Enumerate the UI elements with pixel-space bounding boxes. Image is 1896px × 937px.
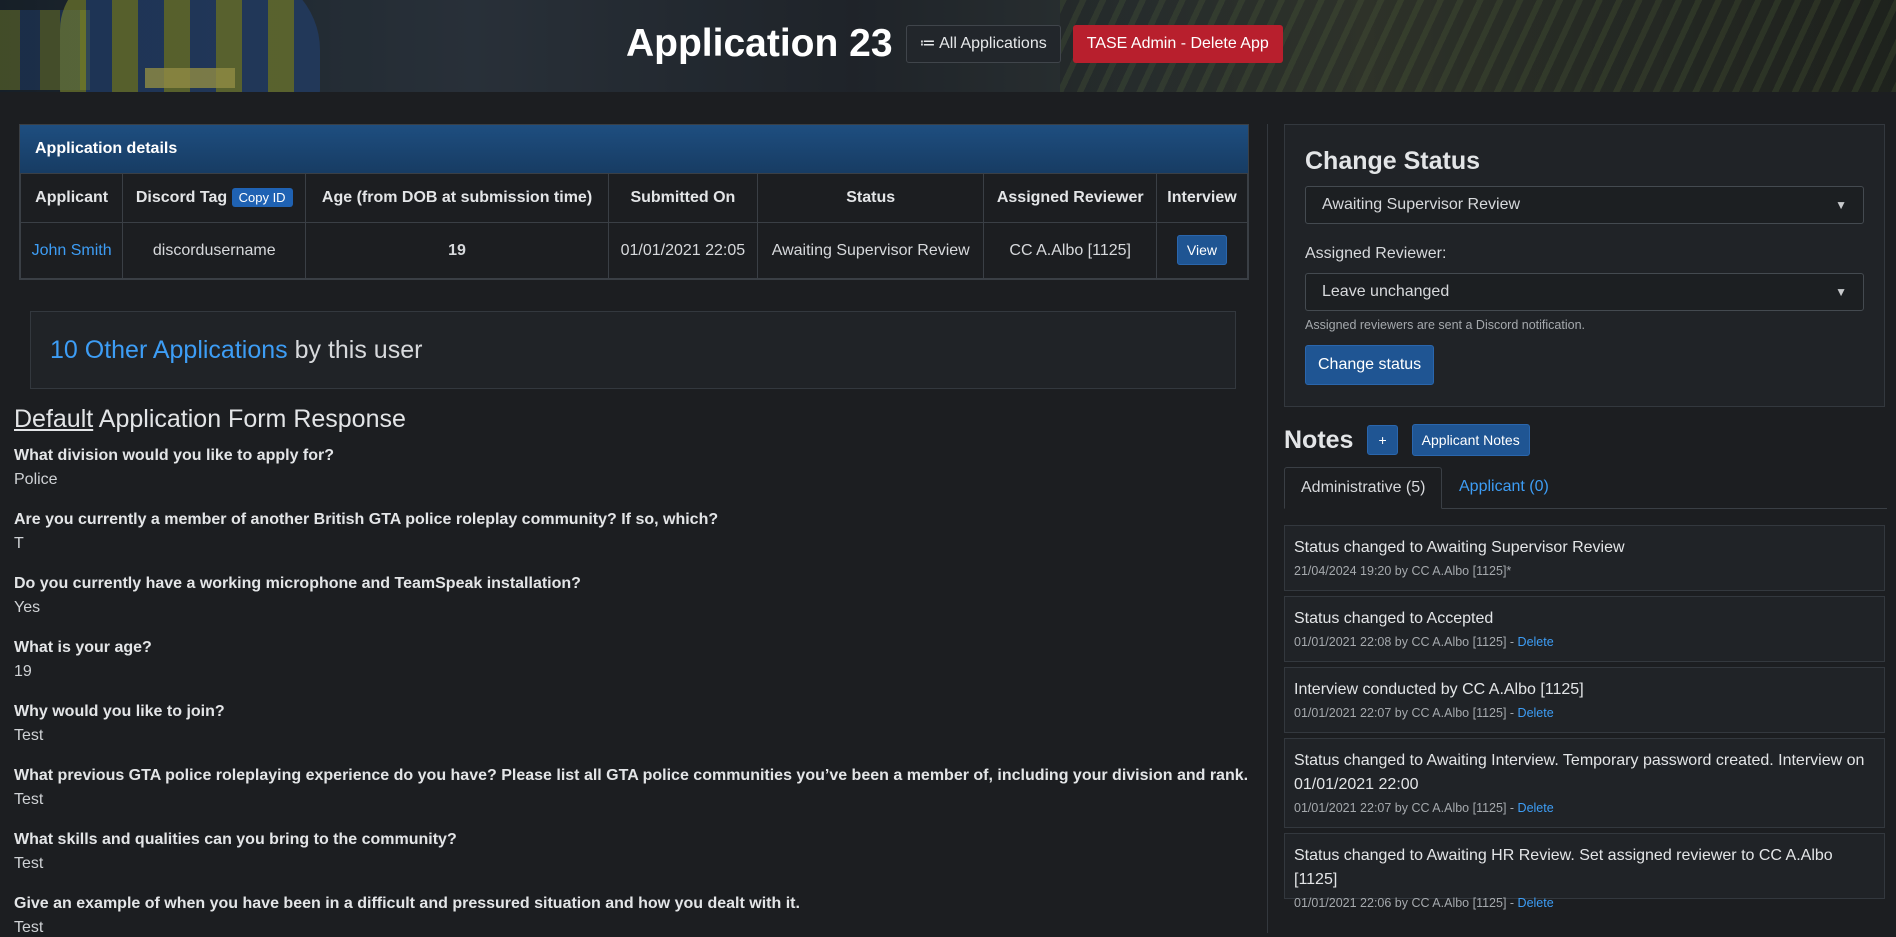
col-assigned-reviewer: Assigned Reviewer bbox=[983, 173, 1157, 223]
notes-title: Notes bbox=[1284, 425, 1354, 454]
status-select[interactable]: Awaiting Supervisor Review ▼ bbox=[1305, 186, 1864, 224]
chevron-down-icon: ▼ bbox=[1835, 198, 1847, 212]
copy-id-button[interactable]: Copy ID bbox=[231, 188, 293, 207]
note-meta: 01/01/2021 22:07 by CC A.Albo [1125] - D… bbox=[1294, 801, 1554, 815]
list-item: Status changed to Awaiting HR Review. Se… bbox=[1284, 833, 1885, 910]
add-note-button[interactable]: + bbox=[1367, 425, 1398, 455]
col-status: Status bbox=[756, 173, 985, 223]
note-text: Interview conducted by CC A.Albo [1125] bbox=[1294, 681, 1584, 698]
question-text: Why would you like to join? bbox=[14, 703, 225, 720]
delete-note-link[interactable]: Delete bbox=[1518, 801, 1554, 815]
applicant-link[interactable]: John Smith bbox=[32, 242, 112, 259]
all-applications-button[interactable]: ≔ All Applications bbox=[905, 25, 1061, 63]
question-text: Do you currently have a working micropho… bbox=[14, 575, 581, 592]
all-applications-label: ≔ All Applications bbox=[919, 35, 1047, 52]
page-title: Application 23 bbox=[626, 22, 893, 65]
note-text: Status changed to Awaiting HR Review. Se… bbox=[1294, 847, 1833, 888]
question-text: What skills and qualities can you bring … bbox=[14, 831, 457, 848]
question-item: What previous GTA police roleplaying exp… bbox=[14, 767, 1254, 809]
col-discord-tag: Discord Tag Copy ID bbox=[122, 173, 307, 223]
form-name: Default bbox=[14, 405, 94, 433]
applicant-notes-button[interactable]: Applicant Notes bbox=[1411, 424, 1530, 456]
answer-text: Test bbox=[14, 791, 44, 808]
change-status-button[interactable]: Change status bbox=[1305, 345, 1435, 385]
answer-text: Test bbox=[14, 727, 44, 744]
note-text: Status changed to Accepted bbox=[1294, 610, 1494, 627]
list-item: Status changed to Accepted 01/01/2021 22… bbox=[1284, 596, 1885, 662]
note-meta: 01/01/2021 22:06 by CC A.Albo [1125] - D… bbox=[1294, 896, 1554, 910]
answer-text: Yes bbox=[14, 599, 41, 616]
note-meta: 01/01/2021 22:07 by CC A.Albo [1125] - D… bbox=[1294, 706, 1554, 720]
form-response-title: Default Application Form Response bbox=[14, 405, 406, 433]
application-details-table: Applicant Discord Tag Copy ID Age (from … bbox=[19, 173, 1249, 279]
answer-text: Test bbox=[14, 919, 44, 936]
question-item: Give an example of when you have been in… bbox=[14, 895, 1254, 937]
question-text: What previous GTA police roleplaying exp… bbox=[14, 767, 1249, 784]
table-row: John Smith discordusername 19 01/01/2021… bbox=[19, 222, 1249, 279]
question-item: What skills and qualities can you bring … bbox=[14, 831, 1254, 873]
question-text: What division would you like to apply fo… bbox=[14, 447, 335, 464]
application-details-heading: Application details bbox=[20, 125, 1248, 173]
question-item: What division would you like to apply fo… bbox=[14, 447, 1254, 489]
answer-text: Test bbox=[14, 855, 44, 872]
status-value: Awaiting Supervisor Review bbox=[756, 222, 985, 279]
other-applications-box: 10 Other Applications by this user bbox=[30, 311, 1236, 389]
question-item: Are you currently a member of another Br… bbox=[14, 511, 1254, 553]
interview-view-button[interactable]: View bbox=[1176, 234, 1228, 265]
other-applications-link[interactable]: 10 Other Applications bbox=[50, 336, 288, 365]
list-item: Status changed to Awaiting Interview. Te… bbox=[1284, 738, 1885, 828]
question-text: What is your age? bbox=[14, 639, 152, 656]
question-item: Do you currently have a working micropho… bbox=[14, 575, 1254, 617]
change-status-heading: Change Status bbox=[1305, 147, 1481, 175]
tab-applicant[interactable]: Applicant (0) bbox=[1443, 467, 1565, 507]
question-item: What is your age? 19 bbox=[14, 639, 1254, 681]
title-row: Application 23 ≔ All Applications TASE A… bbox=[626, 22, 1283, 66]
answer-text: 19 bbox=[14, 663, 32, 680]
col-applicant: Applicant bbox=[19, 173, 124, 223]
col-interview: Interview bbox=[1155, 173, 1249, 223]
delete-note-link[interactable]: Delete bbox=[1518, 896, 1554, 910]
note-text: Status changed to Awaiting Supervisor Re… bbox=[1294, 539, 1625, 556]
assigned-reviewer-label: Assigned Reviewer: bbox=[1305, 245, 1447, 262]
question-text: Are you currently a member of another Br… bbox=[14, 511, 719, 528]
answer-text: Police bbox=[14, 471, 58, 488]
list-item: Interview conducted by CC A.Albo [1125] … bbox=[1284, 667, 1885, 733]
reviewer-select[interactable]: Leave unchanged ▼ bbox=[1305, 273, 1864, 311]
chevron-down-icon: ▼ bbox=[1835, 285, 1847, 299]
notes-header: Notes + Applicant Notes bbox=[1284, 424, 1530, 456]
reviewer-value: CC A.Albo [1125] bbox=[983, 222, 1157, 279]
question-text: Give an example of when you have been in… bbox=[14, 895, 800, 912]
note-meta: 21/04/2024 19:20 by CC A.Albo [1125]* bbox=[1294, 564, 1512, 578]
answer-text: T bbox=[14, 535, 24, 552]
reviewer-hint: Assigned reviewers are sent a Discord no… bbox=[1305, 318, 1585, 332]
delete-note-link[interactable]: Delete bbox=[1518, 635, 1554, 649]
other-applications-suffix: by this user bbox=[294, 335, 423, 364]
column-divider bbox=[1267, 124, 1268, 933]
col-age: Age (from DOB at submission time) bbox=[305, 173, 609, 223]
note-meta: 01/01/2021 22:08 by CC A.Albo [1125] - D… bbox=[1294, 635, 1554, 649]
col-submitted-on: Submitted On bbox=[607, 173, 758, 223]
age-value: 19 bbox=[305, 222, 609, 279]
delete-note-link[interactable]: Delete bbox=[1518, 706, 1554, 720]
submitted-on-value: 01/01/2021 22:05 bbox=[607, 222, 758, 279]
notes-tabs: Administrative (5) Applicant (0) bbox=[1284, 467, 1887, 509]
note-text: Status changed to Awaiting Interview. Te… bbox=[1294, 752, 1865, 793]
tab-administrative[interactable]: Administrative (5) bbox=[1284, 467, 1443, 509]
question-item: Why would you like to join? Test bbox=[14, 703, 1254, 745]
list-item: Status changed to Awaiting Supervisor Re… bbox=[1284, 525, 1885, 591]
change-status-card: Change Status Awaiting Supervisor Review… bbox=[1284, 124, 1885, 407]
discord-tag-value: discordusername bbox=[122, 222, 307, 279]
delete-app-button[interactable]: TASE Admin - Delete App bbox=[1072, 25, 1283, 63]
application-details-card: Application details Applicant Discord Ta… bbox=[19, 124, 1249, 280]
